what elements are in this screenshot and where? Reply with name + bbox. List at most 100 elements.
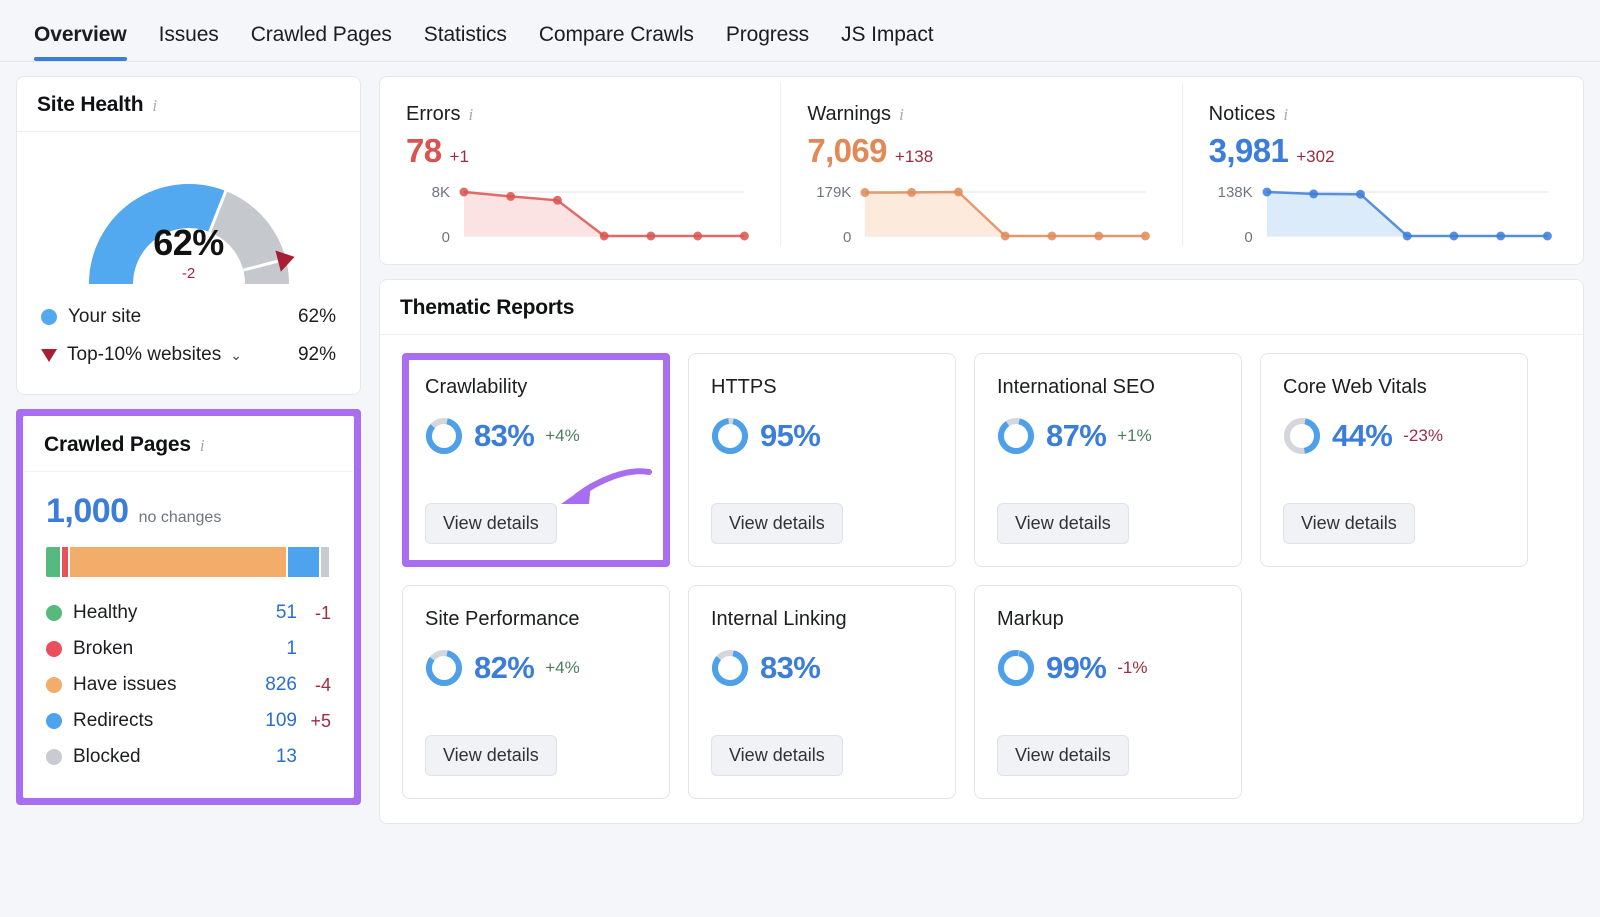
info-icon[interactable]: i	[468, 106, 473, 123]
tab-crawled-pages[interactable]: Crawled Pages	[235, 23, 408, 61]
thematic-reports-title: Thematic Reports	[400, 296, 574, 320]
status-dot-icon	[46, 641, 62, 657]
main-tab-bar: OverviewIssuesCrawled PagesStatisticsCom…	[0, 0, 1600, 62]
stat-name: Warnings	[807, 103, 891, 126]
crawled-pages-row-change: +5	[297, 711, 331, 732]
crawled-pages-total-note: no changes	[139, 509, 222, 527]
legend-label-text: Top-10% websites	[67, 344, 221, 365]
stat-sparkline: 8K0	[406, 184, 754, 246]
thematic-card-core-web-vitals[interactable]: Core Web Vitals44%-23%View details	[1260, 353, 1528, 567]
site-health-gauge: 62% -2	[17, 132, 360, 292]
stat-name: Notices	[1209, 103, 1276, 126]
sparkline-axis: 138K0	[1209, 184, 1261, 246]
axis-tick-top: 8K	[406, 184, 450, 201]
site-health-change: -2	[55, 265, 323, 282]
axis-tick-top: 138K	[1209, 184, 1253, 201]
thematic-card-title: Markup	[997, 608, 1219, 631]
info-icon[interactable]: i	[152, 97, 157, 114]
crawled-pages-row[interactable]: Have issues826-4	[46, 667, 331, 703]
stat-value: 7,069	[807, 132, 887, 170]
legend-value: 62%	[298, 306, 336, 328]
sparkline-axis: 179K0	[807, 184, 859, 246]
thematic-reports-body: Crawlability83%+4%View detailsHTTPS95%Vi…	[380, 335, 1583, 823]
stat-panel-warnings: Warningsi7,069+138179K0	[780, 83, 1181, 246]
crawled-pages-row[interactable]: Broken1	[46, 631, 331, 667]
thematic-card-site-performance[interactable]: Site Performance 82%+4% View details	[402, 585, 670, 799]
thematic-card-percent: 87%	[1046, 418, 1106, 454]
crawled-pages-row[interactable]: Healthy51-1	[46, 595, 331, 631]
legend-dot-icon	[41, 309, 57, 325]
info-icon[interactable]: i	[200, 437, 205, 454]
thematic-card-percent: 44%	[1332, 418, 1392, 454]
view-details-button[interactable]: View details	[425, 503, 557, 544]
sparkline-svg	[1261, 184, 1557, 246]
sparkline-svg	[458, 184, 754, 246]
donut-progress-icon	[711, 417, 749, 455]
view-details-button[interactable]: View details	[711, 735, 843, 776]
thematic-card-percent: 83%	[760, 650, 820, 686]
crawled-pages-row-label: Blocked	[73, 746, 253, 768]
view-details-button[interactable]: View details	[425, 735, 557, 776]
status-dot-icon	[46, 605, 62, 621]
stat-sparkline: 179K0	[807, 184, 1155, 246]
stacked-bar-segment	[70, 547, 285, 577]
thematic-card-https[interactable]: HTTPS95%View details	[688, 353, 956, 567]
view-details-button[interactable]: View details	[997, 503, 1129, 544]
page-body: Site Health i	[0, 62, 1600, 917]
info-icon[interactable]: i	[1283, 106, 1288, 123]
thematic-card-percent: 99%	[1046, 650, 1106, 686]
view-details-button[interactable]: View details	[997, 735, 1129, 776]
sparkline-plot	[1261, 184, 1557, 246]
spacer	[1283, 455, 1505, 503]
crawled-pages-row-value: 13	[253, 746, 297, 768]
gauge-center-label: 62% -2	[55, 222, 323, 282]
chevron-down-icon[interactable]: ⌄	[230, 347, 242, 363]
thematic-card-crawlability[interactable]: Crawlability83%+4%View details	[402, 353, 670, 567]
crawled-pages-body: 1,000 no changes Healthy51-1Broken1Have …	[24, 472, 353, 797]
crawled-pages-row[interactable]: Blocked13	[46, 739, 331, 775]
tab-compare-crawls[interactable]: Compare Crawls	[523, 23, 710, 61]
crawled-pages-row-label: Redirects	[73, 710, 253, 732]
thematic-card-delta: +4%	[545, 426, 580, 446]
crawled-pages-row-label: Healthy	[73, 602, 253, 624]
issues-summary-card: Errorsi78+18K0Warningsi7,069+138179K0Not…	[379, 76, 1584, 265]
spacer	[997, 687, 1219, 735]
tab-progress[interactable]: Progress	[710, 23, 825, 61]
donut-progress-icon	[997, 649, 1035, 687]
thematic-card-score: 82%+4%	[425, 649, 647, 687]
site-health-legend-row: Top-10% websites⌄92%	[41, 336, 336, 374]
legend-label: Top-10% websites ⌄	[67, 344, 298, 366]
thematic-card-international-seo[interactable]: International SEO 87% +1% View details	[974, 353, 1242, 567]
spacer	[711, 455, 933, 503]
triangle-down-icon	[41, 349, 57, 362]
stat-value: 3,981	[1209, 132, 1289, 170]
sparkline-svg	[859, 184, 1155, 246]
tab-overview[interactable]: Overview	[18, 23, 143, 61]
view-details-button[interactable]: View details	[1283, 503, 1415, 544]
thematic-card-title: International SEO	[997, 376, 1219, 399]
tab-js-impact[interactable]: JS Impact	[825, 23, 949, 61]
thematic-reports-header: Thematic Reports	[380, 280, 1583, 335]
stat-header: Warnings i	[807, 103, 1155, 126]
info-icon[interactable]: i	[899, 106, 904, 123]
tab-statistics[interactable]: Statistics	[408, 23, 523, 61]
thematic-card-internal-linking[interactable]: Internal Linking 83% View details	[688, 585, 956, 799]
thematic-card-delta: +1%	[1117, 426, 1152, 446]
thematic-card-cell: Crawlability83%+4%View details	[402, 353, 670, 567]
spacer	[425, 687, 647, 735]
spacer	[997, 455, 1219, 503]
crawled-pages-row[interactable]: Redirects109+5	[46, 703, 331, 739]
thematic-card-cell: HTTPS95%View details	[688, 353, 956, 567]
spacer	[425, 455, 647, 503]
stacked-bar-segment	[62, 547, 68, 577]
sparkline-axis: 8K0	[406, 184, 458, 246]
thematic-card-percent: 95%	[760, 418, 820, 454]
tab-issues[interactable]: Issues	[143, 23, 235, 61]
thematic-card-score: 83%+4%	[425, 417, 647, 455]
view-details-button[interactable]: View details	[711, 503, 843, 544]
thematic-card-score: 83%	[711, 649, 933, 687]
thematic-card-title: Internal Linking	[711, 608, 933, 631]
stat-name: Errors	[406, 103, 460, 126]
thematic-card-markup[interactable]: Markup99%-1%View details	[974, 585, 1242, 799]
thematic-card-title: Site Performance	[425, 608, 647, 631]
